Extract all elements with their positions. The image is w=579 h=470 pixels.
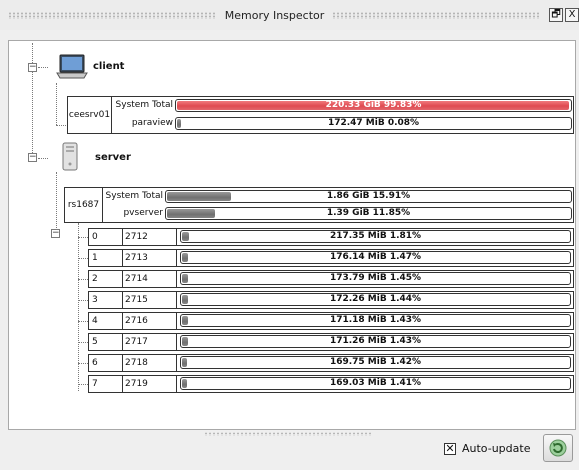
process-index: 1 [89,250,123,266]
bar-value: 169.03 MiB 1.41% [329,378,422,388]
server-pvserver-bar: 1.39 GiB 11.85% [165,207,572,220]
process-row: 5 2717 171.26 MiB 1.43% [88,333,574,351]
process-row: 3 2715 172.26 MiB 1.44% [88,291,574,309]
process-memory-bar: 172.26 MiB 1.44% [180,293,571,306]
tree-line [56,83,57,125]
tree-line [78,237,88,238]
tree-line [78,342,88,343]
tree-line [78,279,88,280]
bar-value: 1.39 GiB 11.85% [326,208,411,218]
process-index: 2 [89,271,123,287]
bar-value: 171.18 MiB 1.43% [329,315,422,325]
title-grip-right [332,11,542,19]
bar-value: 176.14 MiB 1.47% [329,252,422,262]
process-row: 4 2716 171.18 MiB 1.43% [88,312,574,330]
process-index: 4 [89,313,123,329]
tree-line [78,321,88,322]
close-icon[interactable]: X [565,8,579,22]
client-label: client [93,61,125,72]
auto-update-checkbox[interactable]: ✕ [444,442,456,455]
process-memory-bar: 169.75 MiB 1.42% [180,356,571,369]
process-index: 6 [89,355,123,371]
process-index: 5 [89,334,123,350]
tree-line [32,43,33,161]
bar-value: 171.26 MiB 1.43% [329,336,422,346]
client-group: ceesrv01 System Total 220.33 GiB 99.83% … [67,96,574,134]
tree-line [38,67,48,68]
process-index: 7 [89,376,123,392]
window-title: Memory Inspector [224,8,325,22]
process-row: 7 2719 169.03 MiB 1.41% [88,375,574,393]
bar-value: 1.86 GiB 15.91% [326,191,411,201]
client-host-name: ceesrv01 [68,97,112,133]
bar-value: 172.47 MiB 0.08% [327,118,420,128]
process-pid: 2716 [123,313,177,329]
tree-line [78,384,88,385]
bar-value: 173.79 MiB 1.45% [329,273,422,283]
process-memory-bar: 171.26 MiB 1.43% [180,335,571,348]
memory-tree-panel: − client ceesrv01 System Total 220.33 Gi… [8,40,576,430]
tree-line [56,172,57,234]
process-memory-bar: 173.79 MiB 1.45% [180,272,571,285]
float-window-icon[interactable]: 🗗 [549,8,564,22]
server-system-total-bar: 1.86 GiB 15.91% [165,190,572,203]
refresh-button[interactable] [543,434,573,462]
server-group: rs1687 System Total 1.86 GiB 15.91% pvse… [64,187,574,223]
process-memory-bar: 169.03 MiB 1.41% [180,377,571,390]
client-row-label: System Total [115,100,173,110]
process-pid: 2717 [123,334,177,350]
process-memory-bar: 171.18 MiB 1.43% [180,314,571,327]
bar-value: 169.75 MiB 1.42% [329,357,422,367]
client-paraview-bar: 172.47 MiB 0.08% [175,117,572,130]
auto-update-label: Auto-update [462,442,531,455]
tree-line [78,363,88,364]
tree-line [78,300,88,301]
process-pid: 2713 [123,250,177,266]
bar-value: 217.35 MiB 1.81% [329,231,422,241]
process-row: 1 2713 176.14 MiB 1.47% [88,249,574,267]
resize-grip[interactable] [204,432,372,436]
auto-update-control[interactable]: ✕ Auto-update [444,442,530,455]
process-pid: 2714 [123,271,177,287]
server-row-label: System Total [105,191,163,201]
process-pid: 2712 [123,229,177,245]
server-row-label: pvserver [123,208,163,218]
server-expander[interactable]: − [28,153,37,162]
server-icon [62,142,78,171]
bar-value: 172.26 MiB 1.44% [329,294,422,304]
client-system-total-bar: 220.33 GiB 99.83% [175,99,572,112]
process-row: 6 2718 169.75 MiB 1.42% [88,354,574,372]
client-expander[interactable]: − [28,63,37,72]
tree-line [38,158,48,159]
process-pid: 2718 [123,355,177,371]
tree-line [78,223,79,391]
process-memory-bar: 217.35 MiB 1.81% [180,230,571,243]
client-row-label: paraview [131,118,173,128]
refresh-icon [549,439,567,457]
process-row: 0 2712 217.35 MiB 1.81% [88,228,574,246]
process-index: 3 [89,292,123,308]
title-bar: Memory Inspector 🗗 X [0,0,579,30]
server-label: server [95,152,131,163]
process-pid: 2715 [123,292,177,308]
process-pid: 2719 [123,376,177,392]
process-index: 0 [89,229,123,245]
server-host-expander[interactable]: − [51,229,60,238]
laptop-icon [56,54,88,79]
bar-value: 220.33 GiB 99.83% [325,100,422,110]
process-row: 2 2714 173.79 MiB 1.45% [88,270,574,288]
tree-line [78,258,88,259]
title-grip-left [8,11,217,19]
server-host-name: rs1687 [65,188,103,222]
process-memory-bar: 176.14 MiB 1.47% [180,251,571,264]
